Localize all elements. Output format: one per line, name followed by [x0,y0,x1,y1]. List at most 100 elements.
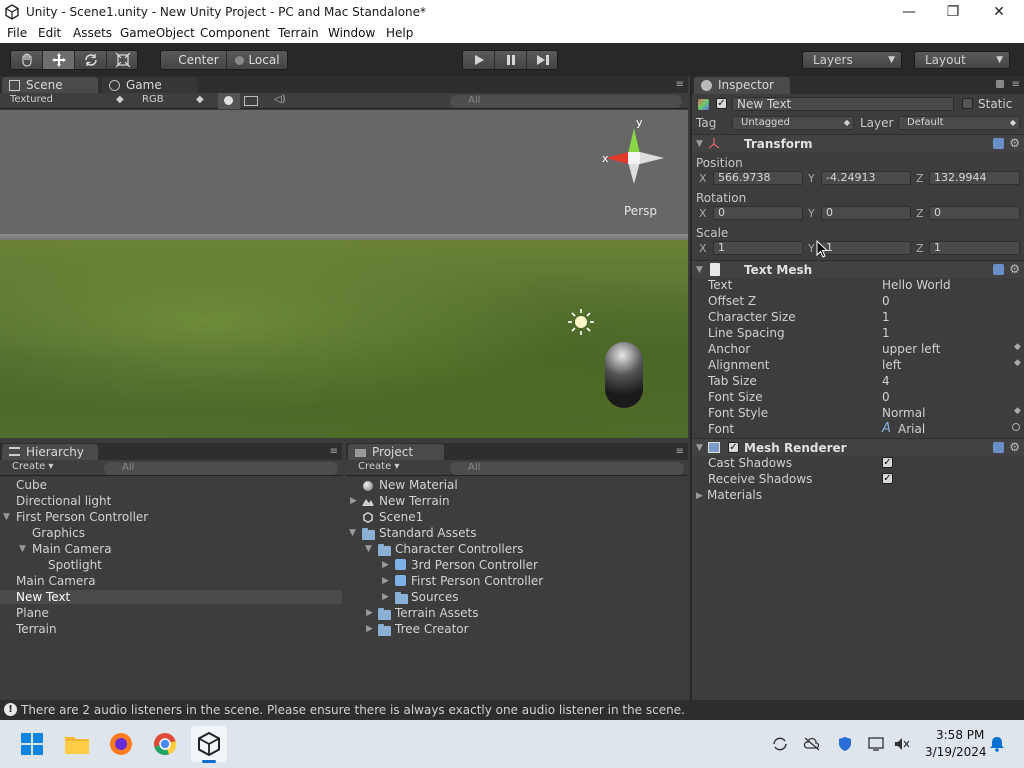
gear-icon[interactable]: ⚙ [1009,136,1020,150]
play-button[interactable] [463,51,495,69]
layout-dropdown[interactable]: Layout ▼ [914,51,1010,69]
cloud-offline-icon[interactable] [803,736,821,752]
panel-menu-icon[interactable]: ≡ [1012,79,1020,90]
tab-inspector[interactable]: Inspector [694,77,790,94]
project-search-input[interactable]: All [450,462,684,475]
tag-dropdown[interactable]: Untagged ◆ [732,116,854,130]
list-item[interactable]: Terrain [16,622,57,636]
text-mesh-header[interactable]: ▼ Text Mesh ⚙ [692,260,1024,278]
scale-y-field[interactable]: 1 [821,241,911,255]
list-item[interactable]: Character Controllers [395,542,523,556]
tab-size-value[interactable]: 4 [882,374,890,388]
sync-icon[interactable] [771,736,789,752]
collapse-arrow-icon[interactable]: ▶ [696,491,703,501]
hierarchy-create-button[interactable]: Create ▾ [12,461,53,472]
menu-help[interactable]: Help [386,26,413,40]
list-item-selected[interactable]: New Text [0,590,342,604]
gear-icon[interactable]: ⚙ [1009,262,1020,276]
capsule-object[interactable] [605,342,643,408]
static-checkbox[interactable] [962,98,973,109]
position-z-field[interactable]: 132.9944 [929,171,1020,185]
layer-dropdown[interactable]: Default ◆ [898,116,1020,130]
list-item[interactable]: 3rd Person Controller [411,558,538,572]
menu-gameobject[interactable]: GameObject [120,26,195,40]
unity-taskbar-button[interactable] [191,726,227,763]
maximize-button[interactable]: ❐ [930,0,976,24]
expand-arrow-icon[interactable]: ▼ [696,443,703,453]
list-item[interactable]: First Person Controller [411,574,543,588]
font-size-value[interactable]: 0 [882,390,890,404]
audio-icon[interactable]: ◁) [274,94,286,105]
expand-arrow-icon[interactable]: ▼ [365,544,372,554]
clock-time[interactable]: 3:58 PM [936,728,984,742]
panel-menu-icon[interactable]: ≡ [330,446,338,457]
gear-icon[interactable]: ⚙ [1009,440,1020,454]
list-item[interactable]: Directional light [16,494,111,508]
volume-muted-icon[interactable] [893,736,911,752]
character-size-value[interactable]: 1 [882,310,890,324]
tab-scene[interactable]: Scene [2,77,98,94]
expand-arrow-icon[interactable]: ▼ [696,265,703,275]
panel-menu-icon[interactable]: ≡ [676,79,684,90]
collapse-arrow-icon[interactable]: ▶ [366,608,373,618]
mesh-renderer-header[interactable]: ▼ ✓ Mesh Renderer ⚙ [692,438,1024,456]
pivot-center-button[interactable]: Center [161,51,227,69]
scene-viewport[interactable]: y x Persp [0,110,688,438]
hand-tool-button[interactable] [11,51,43,69]
menu-assets[interactable]: Assets [73,26,112,40]
cast-shadows-checkbox[interactable]: ✓ [882,457,893,468]
list-item[interactable]: Sources [411,590,458,604]
list-item[interactable]: Tree Creator [395,622,469,636]
active-checkbox[interactable]: ✓ [716,98,727,109]
project-create-button[interactable]: Create ▾ [358,461,399,472]
lock-icon[interactable] [996,80,1004,88]
help-book-icon[interactable] [993,442,1004,453]
clock-date[interactable]: 3/19/2024 [925,745,987,759]
list-item[interactable]: Main Camera [16,574,96,588]
notification-bell-icon[interactable] [988,736,1006,752]
list-item[interactable]: New Material [379,478,458,492]
tab-game[interactable]: Game [102,77,198,94]
pause-button[interactable] [495,51,527,69]
list-item[interactable]: Main Camera [32,542,112,556]
expand-arrow-icon[interactable]: ▼ [349,528,356,538]
list-item[interactable]: Scene1 [379,510,423,524]
tab-project[interactable]: Project [348,444,444,461]
expand-arrow-icon[interactable]: ▼ [696,139,703,149]
layers-dropdown[interactable]: Layers ▼ [802,51,902,69]
object-name-input[interactable]: New Text [732,97,954,111]
line-spacing-value[interactable]: 1 [882,326,890,340]
scene-search-input[interactable]: All [450,95,682,108]
collapse-arrow-icon[interactable]: ▶ [382,576,389,586]
font-value[interactable]: Arial [898,422,925,436]
rotate-tool-button[interactable] [75,51,107,69]
text-value[interactable]: Hello World [882,278,951,292]
menu-edit[interactable]: Edit [38,26,61,40]
font-style-dropdown[interactable]: Normal [882,406,925,420]
panel-menu-icon[interactable]: ≡ [676,446,684,457]
lighting-toggle[interactable] [218,93,240,109]
hierarchy-search-input[interactable]: All [104,462,338,475]
render-mode-dropdown[interactable]: Textured [10,94,53,105]
receive-shadows-checkbox[interactable]: ✓ [882,473,893,484]
firefox-button[interactable] [103,726,139,762]
directional-light-icon[interactable] [564,308,598,336]
collapse-arrow-icon[interactable]: ▶ [382,592,389,602]
close-button[interactable]: ✕ [976,0,1022,24]
rotation-y-field[interactable]: 0 [821,206,911,220]
help-book-icon[interactable] [993,138,1004,149]
expand-arrow-icon[interactable]: ▼ [19,544,26,554]
color-mode-dropdown[interactable]: RGB [142,94,164,105]
position-y-field[interactable]: -4.24913 [821,171,911,185]
scale-z-field[interactable]: 1 [929,241,1020,255]
step-button[interactable] [527,51,558,69]
collapse-arrow-icon[interactable]: ▶ [350,496,357,506]
mesh-renderer-enabled-checkbox[interactable]: ✓ [728,442,739,453]
list-item[interactable]: Cube [16,478,47,492]
scale-tool-button[interactable] [107,51,138,69]
collapse-arrow-icon[interactable]: ▶ [382,560,389,570]
list-item[interactable]: Spotlight [48,558,102,572]
menu-terrain[interactable]: Terrain [278,26,319,40]
status-bar[interactable]: ! There are 2 audio listeners in the sce… [0,700,1024,720]
menu-component[interactable]: Component [200,26,270,40]
